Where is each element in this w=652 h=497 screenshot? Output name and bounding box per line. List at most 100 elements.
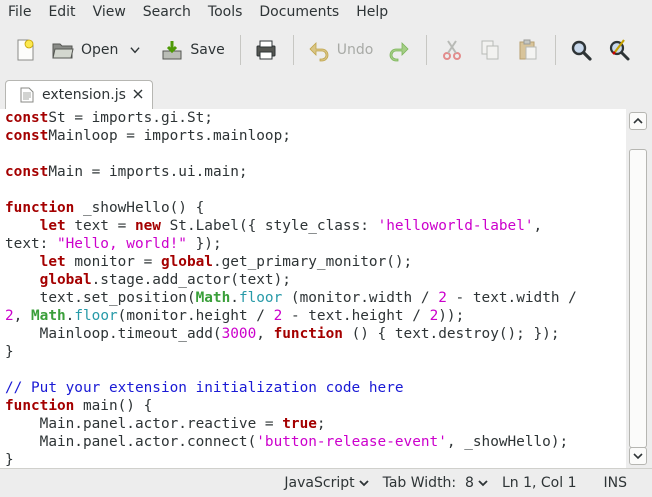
paste-button[interactable]	[510, 30, 546, 70]
menu-file[interactable]: File	[0, 0, 40, 24]
code-token: (monitor.height /	[117, 308, 274, 324]
code-token: 'helloworld-label'	[377, 218, 534, 234]
scissors-icon	[443, 40, 462, 60]
code-token: (monitor.width /	[282, 290, 439, 306]
toolbar-separator	[555, 35, 557, 65]
code-token: ,	[13, 308, 31, 324]
code-line: constMainloop = imports.mainloop;	[5, 127, 626, 145]
undo-button[interactable]: Undo	[301, 30, 380, 70]
code-token: });	[186, 236, 222, 252]
code-line: }	[5, 343, 626, 361]
code-token: Math	[31, 308, 66, 324]
code-token: const	[5, 164, 49, 180]
menu-documents[interactable]: Documents	[251, 0, 348, 24]
menu-help[interactable]: Help	[348, 0, 397, 24]
code-token: ;	[316, 416, 326, 432]
copy-button[interactable]	[472, 30, 508, 70]
code-token: - text.width /	[446, 290, 577, 306]
code-token: , _showHello);	[446, 434, 569, 450]
code-line: constMain = imports.ui.main;	[5, 163, 626, 181]
code-token: }	[5, 344, 14, 360]
code-token: new	[134, 218, 161, 234]
chevron-down-icon	[478, 480, 488, 487]
toolbar-separator	[239, 35, 241, 65]
menubar: File Edit View Search Tools Documents He…	[0, 0, 652, 24]
chevron-down-icon[interactable]	[128, 43, 142, 57]
tab-bar: extension.js	[0, 77, 652, 110]
code-token: St.Label({ style_class:	[160, 218, 378, 234]
menu-view[interactable]: View	[85, 0, 135, 24]
open-folder-icon	[52, 43, 74, 59]
language-label: JavaScript	[284, 475, 355, 491]
scroll-down-button[interactable]	[629, 447, 647, 465]
toolbar-separator	[426, 35, 428, 65]
code-token: Mainloop.timeout_add(	[5, 326, 222, 342]
code-line: text: "Hello, world!" });	[5, 235, 626, 253]
new-document-button[interactable]	[7, 30, 43, 70]
save-button[interactable]: Save	[154, 30, 230, 70]
find-replace-button[interactable]	[601, 30, 637, 70]
code-line: Main.panel.actor.reactive = true;	[5, 415, 626, 433]
redo-button[interactable]	[381, 30, 417, 70]
insert-mode: INS	[604, 475, 628, 491]
code-editor[interactable]: constSt = imports.gi.St; constMainloop = …	[0, 109, 626, 468]
vertical-scrollbar[interactable]	[626, 109, 652, 468]
code-token: .	[230, 290, 239, 306]
cursor-position: Ln 1, Col 1	[502, 475, 577, 491]
code-token: // Put your extension initialization cod…	[5, 380, 404, 396]
open-button[interactable]: Open	[45, 30, 148, 70]
code-line: constSt = imports.gi.St;	[5, 109, 626, 127]
menu-edit[interactable]: Edit	[40, 0, 84, 24]
tab-width-selector[interactable]: Tab Width: 8	[383, 475, 488, 491]
scrollbar-thumb[interactable]	[629, 149, 647, 448]
scroll-up-button[interactable]	[629, 112, 647, 130]
code-token: "Hello, world!"	[56, 236, 187, 252]
code-token: monitor =	[65, 254, 161, 270]
code-line: let text = new St.Label({ style_class: '…	[5, 217, 626, 235]
code-token: 2	[273, 308, 283, 324]
arrow-down-icon	[633, 453, 643, 460]
chevron-down-icon	[358, 480, 369, 487]
code-token: }	[5, 452, 14, 468]
cursor-position-label: Ln 1, Col 1	[501, 475, 577, 491]
code-line: let monitor = global.get_primary_monitor…	[5, 253, 626, 271]
code-token: true	[282, 416, 317, 432]
text-file-icon	[20, 87, 34, 103]
find-button[interactable]	[563, 30, 599, 70]
code-token: function	[273, 326, 343, 342]
code-token: _showHello() {	[74, 200, 205, 216]
code-token: St = imports.gi.St;	[48, 110, 213, 126]
tab-extension-js[interactable]: extension.js	[5, 80, 153, 109]
code-token: 2	[5, 308, 14, 324]
cut-button[interactable]	[434, 30, 470, 70]
insert-mode-label: INS	[603, 475, 628, 491]
print-button[interactable]	[248, 30, 284, 70]
code-token: 2	[438, 290, 447, 306]
menu-search[interactable]: Search	[135, 0, 200, 24]
code-token: Mainloop = imports.mainloop;	[48, 128, 291, 144]
code-token: let	[39, 254, 66, 270]
code-token: 'button-release-event'	[256, 434, 447, 450]
language-selector[interactable]: JavaScript	[284, 475, 369, 491]
undo-icon	[309, 42, 329, 62]
code-line: 2, Math.floor(monitor.height / 2 - text.…	[5, 307, 626, 325]
code-token: text.set_position(	[5, 290, 196, 306]
save-label: Save	[190, 42, 225, 58]
find-replace-icon	[610, 39, 630, 61]
undo-label: Undo	[336, 42, 374, 58]
code-token: global	[39, 272, 92, 288]
code-token: () { text.destroy(); });	[342, 326, 560, 342]
code-line: Main.panel.actor.connect('button-release…	[5, 433, 626, 451]
code-token: ,	[533, 218, 543, 234]
code-token: function	[5, 200, 75, 216]
code-text: constSt = imports.gi.St; constMainloop = …	[0, 109, 626, 468]
menu-tools[interactable]: Tools	[200, 0, 252, 24]
close-icon[interactable]	[132, 88, 144, 100]
code-token: Math	[195, 290, 231, 306]
code-token: let	[39, 218, 66, 234]
tab-width-label: Tab Width: 8	[382, 475, 474, 491]
